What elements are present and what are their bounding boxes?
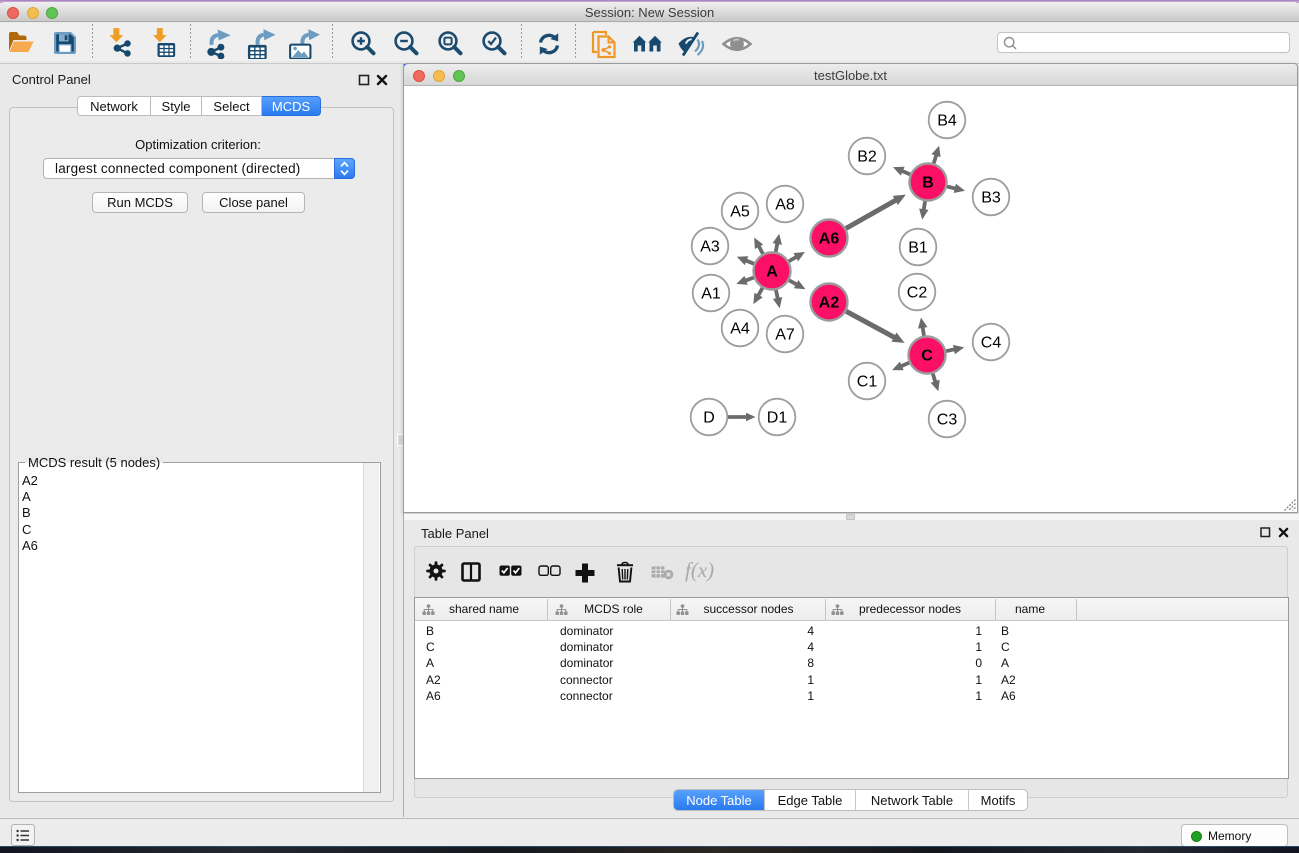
svg-text:A6: A6 (819, 231, 840, 248)
svg-text:B4: B4 (937, 113, 957, 130)
svg-text:C4: C4 (981, 335, 1002, 352)
svg-text:A5: A5 (730, 204, 750, 221)
svg-text:C1: C1 (857, 374, 878, 391)
svg-text:A: A (766, 264, 778, 281)
svg-text:D: D (703, 410, 715, 427)
svg-text:A4: A4 (730, 321, 750, 338)
svg-text:A3: A3 (700, 239, 720, 256)
svg-text:B3: B3 (981, 190, 1001, 207)
svg-text:B: B (922, 175, 934, 192)
svg-text:B2: B2 (857, 149, 877, 166)
svg-text:C: C (921, 348, 933, 365)
svg-text:A1: A1 (701, 286, 721, 303)
svg-text:A2: A2 (819, 295, 840, 312)
svg-text:D1: D1 (767, 410, 788, 427)
svg-text:A8: A8 (775, 197, 795, 214)
svg-text:A7: A7 (775, 327, 795, 344)
svg-text:C2: C2 (907, 285, 928, 302)
svg-text:C3: C3 (937, 412, 958, 429)
svg-text:B1: B1 (908, 240, 928, 257)
